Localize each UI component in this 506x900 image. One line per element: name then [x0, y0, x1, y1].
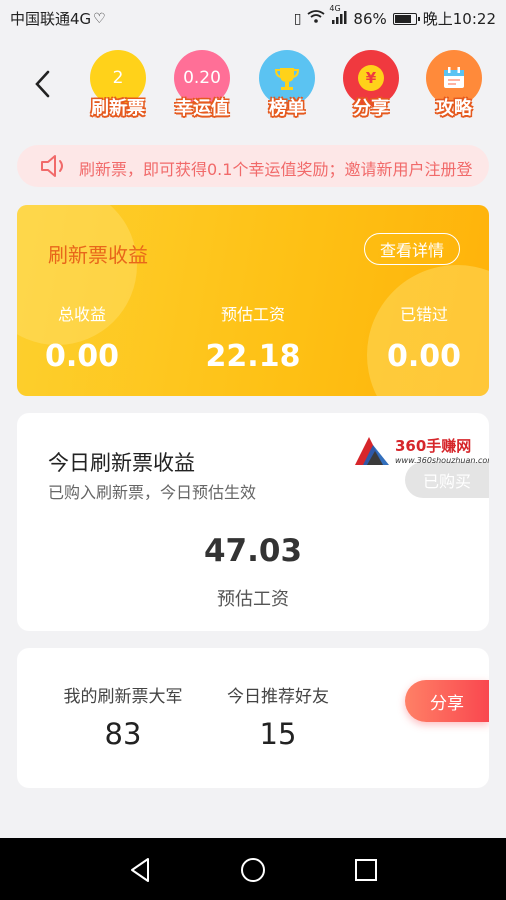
battery-percent: 86%: [353, 9, 387, 28]
team-stat-label: 今日推荐好友: [227, 687, 329, 707]
clock: 晚上10:22: [422, 10, 496, 28]
watermark-logo-icon: [355, 437, 389, 465]
badge-value: 0.20: [183, 68, 221, 88]
view-details-button[interactable]: 查看详情: [364, 233, 460, 265]
stat-value: 22.18: [205, 339, 301, 374]
badge-value: 2: [112, 68, 124, 88]
stat-label: 已错过: [399, 305, 448, 324]
today-value-label: 预估工资: [217, 589, 289, 610]
vibrate-icon: ▯: [293, 10, 302, 27]
nav-share[interactable]: ¥ 分享: [331, 50, 411, 122]
stat-missed: 已错过 0.00: [369, 301, 479, 374]
notice-text: 刷新票，即可获得0.1个幸运值奖励；邀请新用户注册登: [79, 160, 473, 179]
nav-luck-value[interactable]: 0.20 幸运值: [162, 50, 242, 122]
stat-ticket-army: 我的刷新票大军 83: [53, 682, 193, 751]
stat-label: 总收益: [57, 305, 106, 324]
nav-leaderboard[interactable]: 榜单: [247, 50, 327, 122]
back-button[interactable]: [26, 64, 58, 104]
stat-value: 0.00: [386, 339, 462, 374]
today-value: 47.03: [203, 533, 303, 569]
signal-icon: 4G: [329, 4, 347, 28]
heart-icon: ♡: [93, 10, 106, 27]
team-stat-value: 83: [104, 717, 142, 751]
recents-square-icon[interactable]: [350, 854, 382, 886]
watermark: 360手赚网 www.360shouzhuan.com: [353, 435, 489, 471]
chevron-left-icon: [35, 70, 50, 98]
today-title: 今日刷新票收益: [48, 451, 195, 475]
wifi-icon: [307, 9, 325, 28]
system-nav-bar: [0, 838, 506, 900]
notice-marquee: 刷新票，即可获得0.1个幸运值奖励；邀请新用户注册登: [17, 145, 489, 187]
back-triangle-icon[interactable]: [124, 854, 156, 886]
badge-value: ¥: [358, 65, 384, 91]
nav-label: 幸运值: [175, 98, 229, 119]
watermark-url: www.360shouzhuan.com: [395, 456, 489, 465]
stat-referred-friends: 今日推荐好友 15: [213, 682, 343, 751]
home-circle-icon[interactable]: [237, 854, 269, 886]
stat-value: 0.00: [44, 339, 120, 374]
share-button[interactable]: 分享: [405, 680, 489, 722]
income-card: 刷新票收益 查看详情 总收益 0.00 预估工资 22.18 已错过 0.00: [17, 205, 489, 396]
signal-label: 4G: [329, 3, 341, 13]
watermark-text: 360手赚网: [395, 437, 472, 455]
team-card: 我的刷新票大军 83 今日推荐好友 15 分享: [17, 648, 489, 788]
carrier-label: 中国联通4G: [10, 10, 92, 28]
speaker-icon: [41, 155, 63, 177]
team-stat-value: 15: [259, 717, 297, 751]
nav-guide[interactable]: 攻略: [414, 50, 494, 122]
nav-refresh-tickets[interactable]: 2 刷新票: [78, 50, 158, 122]
income-title: 刷新票收益: [48, 243, 148, 267]
today-subtitle: 已购入刷新票，今日预估生效: [48, 483, 257, 502]
battery-icon: [392, 12, 420, 25]
stat-total-income: 总收益 0.00: [27, 301, 137, 374]
nav-label: 榜单: [269, 98, 305, 119]
stat-estimated-salary: 预估工资 22.18: [193, 301, 313, 374]
nav-label: 刷新票: [91, 98, 145, 119]
status-bar: 中国联通4G ♡ ▯ 4G 86% 晚上10:22: [0, 0, 506, 36]
today-income-card: 今日刷新票收益 已购入刷新票，今日预估生效 已购买 360手赚网 www.360…: [17, 413, 489, 631]
nav-label: 攻略: [436, 98, 472, 119]
nav-label: 分享: [353, 98, 389, 119]
stat-label: 预估工资: [220, 305, 285, 324]
team-stat-label: 我的刷新票大军: [63, 687, 183, 707]
